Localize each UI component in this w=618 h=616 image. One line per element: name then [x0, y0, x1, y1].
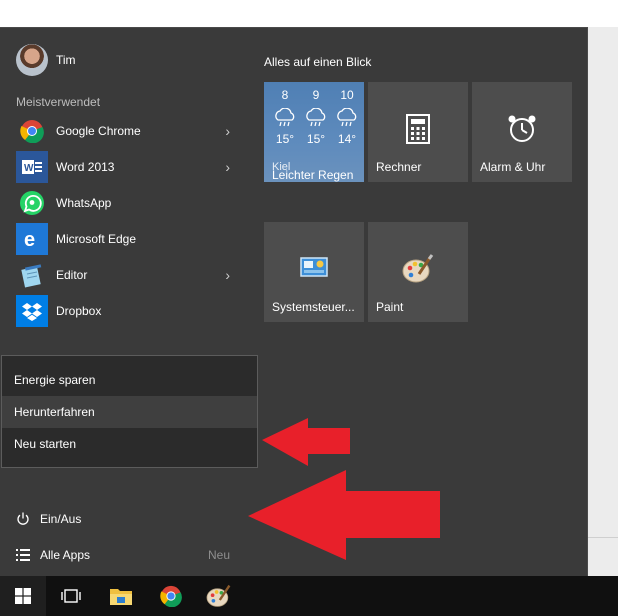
paint-tile[interactable]: Paint	[368, 222, 468, 322]
windows-start-icon	[15, 588, 31, 604]
control-panel-icon	[300, 257, 328, 277]
all-apps-label: Alle Apps	[40, 548, 91, 562]
dropbox-icon	[16, 295, 48, 327]
power-button[interactable]: Ein/Aus	[16, 509, 81, 529]
desktop-background-right	[588, 27, 618, 576]
calculator-tile[interactable]: Rechner	[368, 82, 468, 182]
tile-label: Systemsteuer...	[272, 300, 355, 314]
weather-day: 8	[281, 88, 289, 102]
whatsapp-icon	[16, 187, 48, 219]
app-item-google-chrome[interactable]: Google Chrome ›	[16, 113, 246, 149]
chrome-taskbar-button[interactable]	[148, 576, 194, 616]
new-badge: Neu	[207, 548, 230, 562]
rain-cloud-icon	[306, 108, 326, 127]
menu-item-restart[interactable]: Neu starten	[2, 428, 257, 460]
svg-text:e: e	[24, 229, 35, 250]
paint-taskbar-button[interactable]	[196, 576, 242, 616]
app-item-editor[interactable]: Editor ›	[16, 257, 246, 293]
most-used-list: Google Chrome › W Word 2013 › WhatsApp e…	[16, 113, 246, 329]
word-icon: W	[16, 151, 48, 183]
tile-label: Alarm & Uhr	[480, 160, 546, 174]
app-label: Dropbox	[56, 304, 102, 318]
alarms-clock-tile[interactable]: Alarm & Uhr	[472, 82, 572, 182]
chevron-right-icon[interactable]: ›	[225, 159, 230, 175]
task-view-button[interactable]	[48, 576, 94, 616]
start-menu: Tim Meistverwendet Google Chrome › W Wor…	[0, 27, 588, 576]
start-button[interactable]	[0, 576, 46, 616]
file-explorer-icon	[110, 589, 132, 605]
weather-day: 9	[312, 88, 320, 102]
weather-condition: Leichter Regen	[272, 168, 354, 182]
alarm-clock-icon	[508, 115, 536, 142]
app-item-word[interactable]: W Word 2013 ›	[16, 149, 246, 185]
avatar	[16, 44, 48, 76]
weather-days: 8 9 10	[272, 88, 360, 102]
weather-day: 10	[340, 88, 354, 102]
app-label: Word 2013	[56, 160, 115, 174]
app-label: Google Chrome	[56, 124, 141, 138]
weather-temp: 15°	[306, 132, 326, 146]
menu-item-shut-down[interactable]: Herunterfahren	[2, 396, 257, 428]
chevron-right-icon[interactable]: ›	[225, 123, 230, 139]
app-label: Microsoft Edge	[56, 232, 137, 246]
app-item-microsoft-edge[interactable]: e Microsoft Edge	[16, 221, 246, 257]
user-account[interactable]: Tim	[16, 44, 76, 76]
chevron-right-icon[interactable]: ›	[225, 267, 230, 283]
user-name: Tim	[56, 53, 76, 67]
tile-label: Rechner	[376, 160, 422, 174]
all-apps-button[interactable]: Alle Apps Neu	[16, 545, 230, 565]
chrome-icon	[160, 585, 182, 607]
tile-label: Paint	[376, 300, 404, 314]
paint-palette-icon	[402, 254, 434, 283]
menu-item-sleep[interactable]: Energie sparen	[2, 364, 257, 396]
weather-temp: 15°	[275, 132, 295, 146]
weather-tile[interactable]: 8 9 10 15° 15° 14° Kiel Leichter Regen	[264, 82, 364, 182]
app-item-dropbox[interactable]: Dropbox	[16, 293, 246, 329]
list-icon	[16, 549, 30, 561]
app-label: WhatsApp	[56, 196, 112, 210]
file-explorer-button[interactable]	[98, 576, 144, 616]
paint-icon	[206, 584, 231, 607]
svg-text:W: W	[24, 163, 34, 174]
calculator-icon	[406, 114, 430, 144]
rain-cloud-icon	[275, 108, 295, 127]
taskbar	[0, 576, 618, 616]
desktop-background-top	[0, 0, 618, 27]
power-icon	[17, 512, 29, 525]
weather-icons	[272, 108, 360, 128]
most-used-heading: Meistverwendet	[16, 95, 101, 109]
notepad-icon	[16, 259, 48, 291]
weather-temps: 15° 15° 14°	[272, 132, 360, 146]
app-item-whatsapp[interactable]: WhatsApp	[16, 185, 246, 221]
task-view-icon	[61, 589, 81, 603]
app-label: Editor	[56, 268, 88, 282]
control-panel-tile[interactable]: Systemsteuer...	[264, 222, 364, 322]
weather-temp: 14°	[337, 132, 357, 146]
rain-cloud-icon	[337, 108, 357, 127]
power-options-menu: Energie sparen Herunterfahren Neu starte…	[1, 355, 258, 468]
edge-icon: e	[16, 223, 48, 255]
tile-group-title: Alles auf einen Blick	[264, 55, 372, 69]
chrome-icon	[16, 115, 48, 147]
power-label: Ein/Aus	[40, 512, 82, 526]
